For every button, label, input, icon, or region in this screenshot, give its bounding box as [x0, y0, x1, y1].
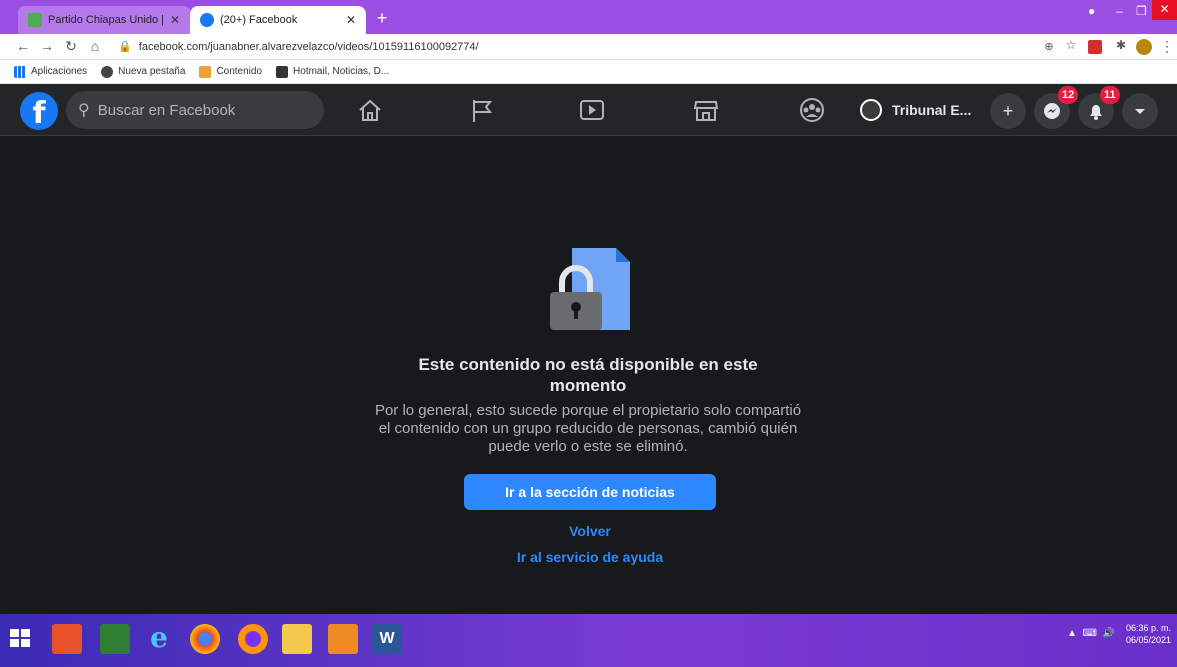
windows-start-icon[interactable] [8, 626, 32, 650]
tab-close-icon[interactable]: ✕ [170, 13, 180, 27]
bookmarks-bar: Aplicaciones Nueva pestaña Contenido Hot… [0, 60, 1177, 84]
file-explorer-icon[interactable] [282, 624, 312, 654]
chrome-app-icon[interactable] [190, 624, 220, 654]
store-app-icon[interactable] [100, 624, 130, 654]
lock-icon: 🔒 [118, 41, 132, 53]
word-app-icon[interactable]: W [372, 624, 402, 654]
marketplace-icon[interactable] [688, 94, 724, 126]
facebook-logo[interactable]: f [20, 92, 58, 130]
facebook-header: f ⚲ Buscar en Facebook 5 9+ Tribunal E..… [0, 84, 1177, 192]
globe-icon [101, 65, 114, 78]
main-content: Este contenido no está disponible en est… [0, 136, 1177, 614]
url-text: facebook.com/juanabner.alvarezvelazco/vi… [138, 41, 479, 53]
search-placeholder: Buscar en Facebook [97, 101, 236, 119]
bookmark-content[interactable]: Contenido [199, 65, 263, 78]
address-bar: ← → ↻ ⌂ 🔒 facebook.com/juanabner.alvarez… [0, 34, 1177, 60]
notifications-badge: 11 [1100, 86, 1120, 104]
url-field[interactable]: 🔒 facebook.com/juanabner.alvarezvelazco/… [118, 40, 479, 53]
back-link[interactable]: Volver [490, 523, 690, 539]
bookmark-hotmail[interactable]: Hotmail, Noticias, D... [276, 65, 390, 78]
internet-explorer-icon[interactable]: e [144, 624, 174, 654]
home-icon[interactable]: ⌂ [86, 38, 104, 54]
unavailable-description: Por lo general, esto sucede porque el pr… [374, 402, 802, 455]
bookmark-label: Nueva pestaña [118, 66, 186, 77]
facebook-favicon-icon [200, 13, 214, 27]
groups-icon[interactable] [794, 94, 830, 126]
minimize-button[interactable]: – [1116, 4, 1123, 18]
locked-content-icon [550, 248, 630, 330]
create-button[interactable]: + [990, 93, 1026, 129]
msn-icon [276, 65, 289, 78]
tab-title: Partido Chiapas Unido | Página w... [48, 14, 166, 26]
bookmark-star-icon[interactable]: ☆ [1062, 38, 1080, 52]
clock-time: 06:36 p. m. [1125, 623, 1171, 633]
content-icon [199, 65, 212, 78]
profile-name: Tribunal E... [892, 102, 972, 118]
profile-circle-icon[interactable]: ● [1088, 4, 1095, 18]
firefox-app-icon[interactable] [238, 624, 268, 654]
clock-date: 06/05/2021 [1125, 635, 1171, 645]
search-input[interactable]: ⚲ Buscar en Facebook [66, 91, 324, 129]
bookmark-label: Contenido [216, 66, 263, 77]
user-avatar-icon[interactable] [1136, 39, 1152, 55]
extensions-puzzle-icon[interactable]: ✱ [1112, 38, 1130, 52]
browser-tab-partido[interactable]: Partido Chiapas Unido | Página w... ✕ [18, 6, 190, 34]
browser-tab-bar: Partido Chiapas Unido | Página w... ✕ (2… [0, 0, 1177, 34]
bookmark-label: Hotmail, Noticias, D... [293, 66, 390, 77]
tab-close-icon[interactable]: ✕ [346, 13, 356, 27]
messenger-badge: 12 [1058, 86, 1079, 104]
close-window-button[interactable]: ✕ [1152, 0, 1177, 20]
restore-button[interactable]: ❐ [1136, 4, 1147, 18]
system-tray[interactable]: ▲ ⌨ 🔊 [1067, 628, 1115, 639]
forward-arrow-icon[interactable]: → [38, 38, 56, 54]
pdf-extension-icon[interactable] [1088, 40, 1102, 54]
bookmark-new-tab[interactable]: Nueva pestaña [101, 65, 186, 78]
reload-icon[interactable]: ↻ [62, 38, 80, 55]
go-to-news-feed-button[interactable]: Ir a la sección de noticias [464, 474, 716, 510]
power-app-icon[interactable] [52, 624, 82, 654]
windows-taskbar: e W ▲ ⌨ 🔊 06:36 p. m. 06/05/2021 [0, 614, 1177, 667]
help-center-link[interactable]: Ir al servicio de ayuda [440, 549, 740, 565]
browser-tab-facebook[interactable]: (20+) Facebook ✕ [190, 6, 366, 34]
watch-video-icon[interactable] [574, 94, 610, 126]
search-icon: ⚲ [78, 102, 90, 119]
avatar [860, 99, 882, 121]
chrome-menu-icon[interactable]: ⋮ [1158, 38, 1176, 55]
zoom-icon[interactable]: ⊕ [1040, 40, 1058, 53]
new-tab-button[interactable]: + [372, 8, 392, 29]
back-arrow-icon[interactable]: ← [14, 38, 32, 54]
home-nav-icon[interactable] [352, 94, 388, 126]
tab-title: (20+) Facebook [220, 14, 298, 26]
unavailable-heading: Este contenido no está disponible en est… [418, 355, 758, 395]
outlook-app-icon[interactable] [328, 624, 358, 654]
bookmark-label: Aplicaciones [31, 66, 88, 77]
bookmark-apps[interactable]: Aplicaciones [14, 65, 88, 78]
apps-grid-icon [14, 65, 26, 78]
taskbar-clock[interactable]: 06:36 p. m. 06/05/2021 [1126, 622, 1171, 646]
pages-flag-icon[interactable] [464, 94, 500, 126]
profile-shortcut[interactable]: Tribunal E... [860, 94, 971, 126]
site-favicon-icon [28, 13, 42, 27]
account-menu-button[interactable] [1122, 93, 1158, 129]
